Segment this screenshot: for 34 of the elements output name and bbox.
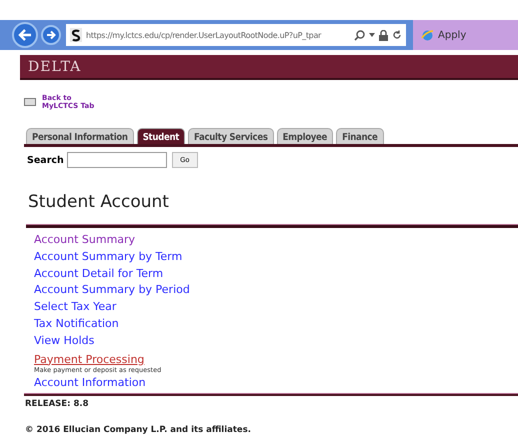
menu-link[interactable]: Payment Processing xyxy=(34,352,518,366)
menu-link[interactable]: Select Tax Year xyxy=(34,299,518,316)
search-icon[interactable] xyxy=(354,30,365,40)
menu-link[interactable]: Account Detail for Term xyxy=(34,266,518,282)
logo-text: DELTA xyxy=(28,58,82,74)
menu-link[interactable]: View Holds xyxy=(34,332,518,350)
nav-tab[interactable]: Finance xyxy=(336,128,384,144)
back-button[interactable] xyxy=(12,22,38,48)
back-arrow-icon xyxy=(18,29,32,41)
menu-link[interactable]: Account Summary by Period xyxy=(34,282,518,300)
menu-link[interactable]: Tax Notification xyxy=(34,316,518,333)
url-text: https://my.lctcs.edu/cp/render.UserLayoutRootNode.uP?uP_tpar xyxy=(86,30,322,40)
address-bar[interactable]: https://my.lctcs.edu/cp/render.UserLayoutRootNode.uP?uP_tpar xyxy=(66,24,406,46)
refresh-icon[interactable] xyxy=(392,30,402,40)
menu-link[interactable]: Account Information xyxy=(34,374,518,392)
forward-button[interactable] xyxy=(41,25,61,45)
search-field[interactable] xyxy=(66,152,167,168)
nav-tab[interactable]: Employee xyxy=(276,128,334,144)
copyright-text: © 2016 Ellucian Company L.P. and its affiliates. xyxy=(25,425,252,436)
browser-tab[interactable]: Apply xyxy=(413,20,518,50)
nav-tab[interactable]: Personal Information xyxy=(26,128,134,144)
browser-logo-icon xyxy=(421,28,434,42)
lock-icon xyxy=(379,30,388,40)
release-text: RELEASE: 8.8 xyxy=(25,399,90,410)
nav-tab[interactable]: Faculty Services xyxy=(188,128,274,144)
page-heading: Student Account xyxy=(28,192,170,212)
site-icon xyxy=(70,28,82,42)
nav-tab[interactable]: Student xyxy=(136,128,186,144)
menu-link[interactable]: Account Summary xyxy=(34,232,518,249)
dropdown-icon[interactable] xyxy=(369,33,375,37)
search-label: Search xyxy=(27,154,64,166)
forward-arrow-icon xyxy=(46,30,56,40)
menu-link[interactable]: Account Summary by Term xyxy=(34,248,518,266)
back-icon[interactable] xyxy=(24,98,36,106)
